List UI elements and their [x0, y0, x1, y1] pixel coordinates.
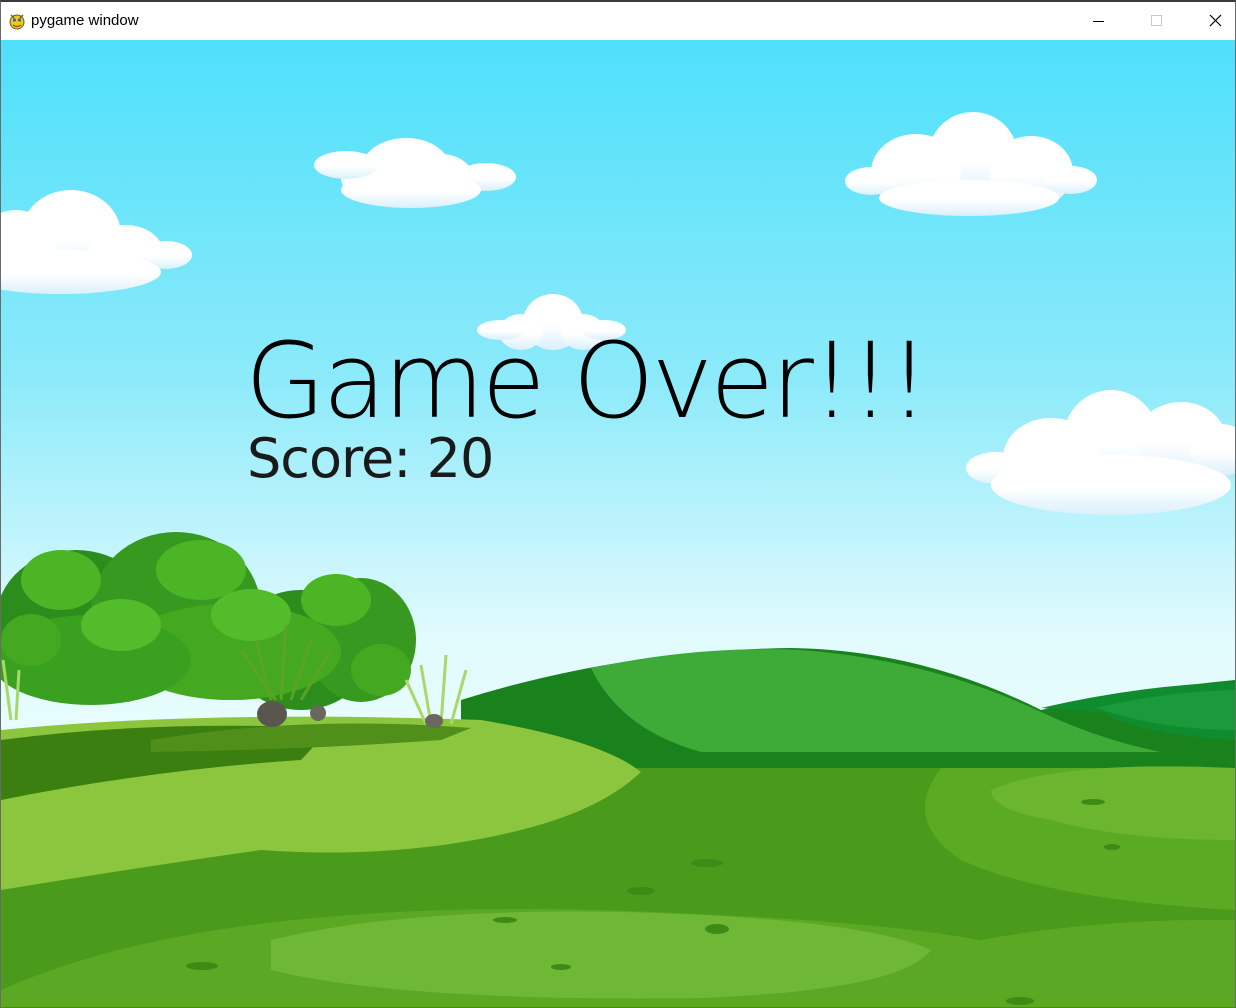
close-button[interactable]: [1185, 2, 1235, 40]
pygame-window: pygame window Game Over!!! Score: 20: [0, 0, 1236, 1008]
minimize-icon: [1093, 21, 1104, 22]
maximize-button[interactable]: [1127, 2, 1185, 40]
pygame-snake-icon: [7, 11, 27, 31]
score-label: Score: 20: [247, 427, 494, 490]
close-icon: [1209, 14, 1222, 27]
meadow-background: [1, 40, 1235, 1007]
minimize-button[interactable]: [1069, 2, 1127, 40]
rock: [257, 701, 287, 727]
rock: [425, 714, 443, 728]
rock: [310, 705, 326, 721]
title-bar[interactable]: pygame window: [1, 2, 1235, 40]
game-canvas[interactable]: Game Over!!! Score: 20: [1, 40, 1235, 1007]
window-title: pygame window: [31, 12, 139, 29]
maximize-icon: [1151, 15, 1162, 26]
